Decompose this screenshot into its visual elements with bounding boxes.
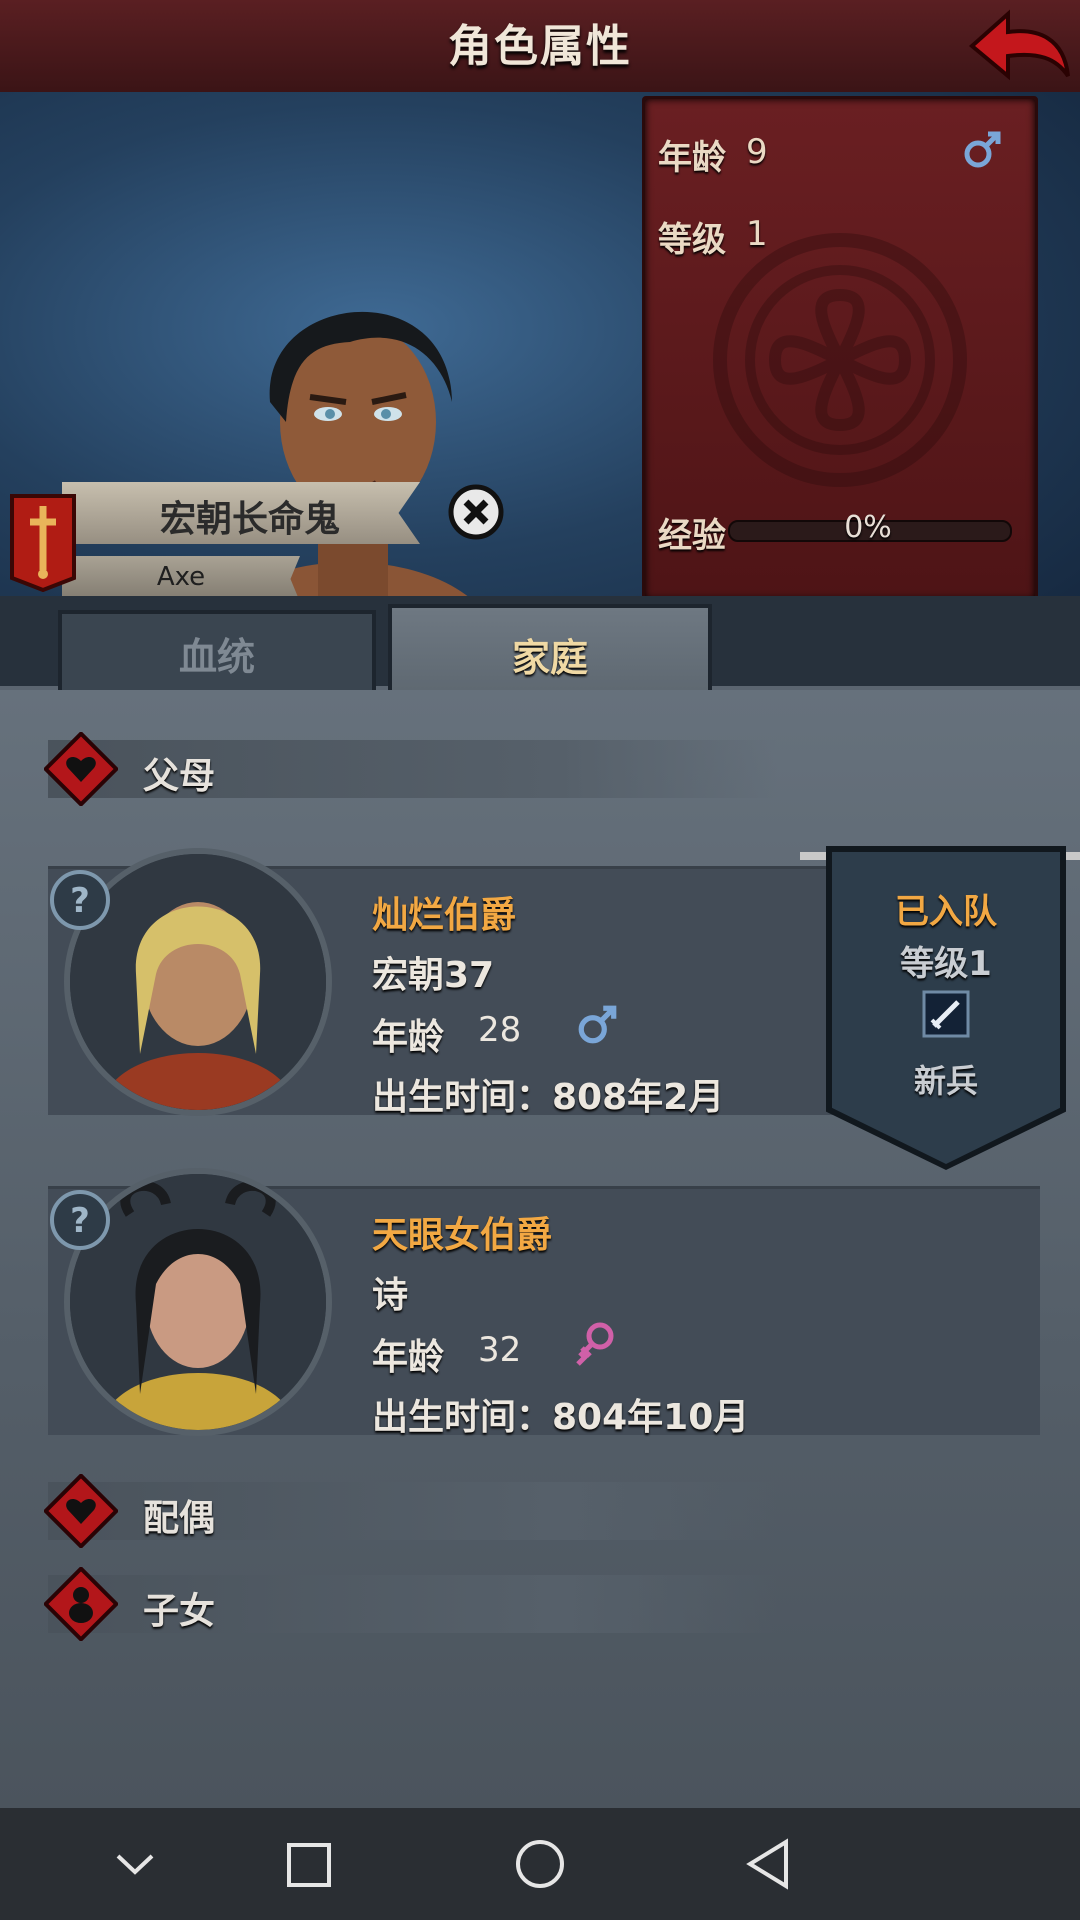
father-house: 宏朝37 (372, 955, 495, 996)
male-icon (964, 131, 1001, 168)
question-icon[interactable]: ? (48, 868, 112, 932)
svg-text:?: ? (70, 881, 90, 921)
child-icon (44, 1567, 118, 1641)
father-age-label: 年龄 (372, 1017, 445, 1058)
heart-icon (44, 732, 118, 806)
age-label: 年龄 (658, 138, 726, 178)
parents-label: 父母 (143, 756, 216, 797)
back-triangle-icon[interactable] (744, 1838, 792, 1890)
level-value: 1 (746, 214, 768, 254)
party-role: 新兵 (913, 1062, 978, 1100)
father-birth: 出生时间：808年2月 (372, 1077, 725, 1118)
father-name: 灿烂伯爵 (372, 895, 517, 936)
chevron-down-icon[interactable] (112, 1846, 158, 1882)
male-icon (578, 1005, 617, 1044)
close-icon (448, 484, 504, 540)
party-level: 等级1 (900, 944, 992, 984)
recent-apps-icon[interactable] (286, 1842, 332, 1888)
exp-percent: 0% (844, 510, 892, 545)
father-age: 28 (478, 1010, 522, 1050)
page-title: 角色属性 (448, 21, 632, 72)
mother-age: 32 (478, 1330, 522, 1370)
red-arrow-back-icon (968, 9, 1070, 81)
spouse-label: 配偶 (143, 1498, 216, 1539)
age-value: 9 (746, 132, 768, 172)
female-icon (576, 1322, 614, 1366)
sword-crest-icon (10, 494, 76, 592)
back-button[interactable] (968, 6, 1074, 86)
level-label: 等级 (658, 220, 726, 260)
sword-icon (922, 990, 970, 1038)
mother-house: 诗 (372, 1275, 409, 1316)
party-status: 已入队 (895, 892, 997, 932)
mother-name: 天眼女伯爵 (372, 1215, 553, 1256)
svg-text:?: ? (70, 1201, 90, 1241)
exp-label: 经验 (658, 516, 726, 556)
tab-family[interactable]: 家庭 (388, 604, 712, 700)
question-icon[interactable]: ? (48, 1188, 112, 1252)
celtic-knot-emblem (713, 233, 967, 487)
home-icon[interactable] (514, 1838, 566, 1890)
character-name[interactable]: 宏朝长命鬼 (100, 490, 400, 542)
mother-birth: 出生时间：804年10月 (372, 1397, 750, 1438)
heart-icon (44, 1474, 118, 1548)
tab-bloodline[interactable]: 血统 (58, 610, 376, 696)
close-button[interactable] (448, 484, 504, 540)
character-subname: Axe (156, 562, 206, 592)
mother-age-label: 年龄 (372, 1337, 445, 1378)
children-label: 子女 (143, 1591, 216, 1632)
